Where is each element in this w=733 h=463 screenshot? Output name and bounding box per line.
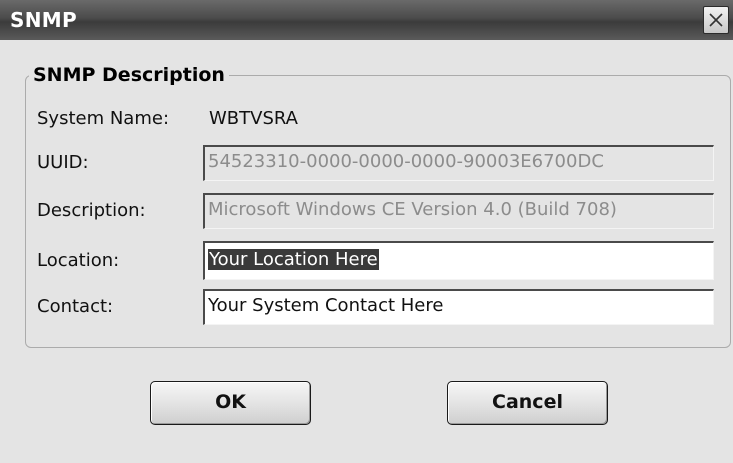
- close-button[interactable]: [703, 6, 729, 34]
- location-field[interactable]: Your Location Here: [203, 241, 714, 280]
- cancel-button[interactable]: Cancel: [447, 381, 608, 425]
- location-value: Your Location Here: [208, 249, 379, 270]
- description-field: Microsoft Windows CE Version 4.0 (Build …: [203, 193, 714, 229]
- title-bar[interactable]: SNMP: [0, 0, 733, 40]
- ok-button[interactable]: OK: [150, 381, 311, 425]
- location-label: Location:: [37, 250, 120, 271]
- uuid-field: 54523310-0000-0000-0000-90003E6700DC: [203, 145, 714, 181]
- contact-label: Contact:: [37, 296, 114, 317]
- description-value: Microsoft Windows CE Version 4.0 (Build …: [208, 199, 617, 220]
- snmp-dialog: SNMP SNMP Description System Name: WBTVS…: [0, 0, 733, 463]
- contact-field[interactable]: Your System Contact Here: [203, 289, 714, 325]
- uuid-value: 54523310-0000-0000-0000-90003E6700DC: [208, 151, 604, 172]
- window-title: SNMP: [10, 8, 77, 32]
- contact-value: Your System Contact Here: [208, 295, 444, 316]
- system-name-value: WBTVSRA: [209, 108, 298, 129]
- uuid-label: UUID:: [37, 152, 89, 173]
- description-label: Description:: [37, 200, 146, 221]
- system-name-label: System Name:: [37, 108, 170, 129]
- group-title: SNMP Description: [29, 64, 229, 86]
- close-icon: [709, 13, 723, 27]
